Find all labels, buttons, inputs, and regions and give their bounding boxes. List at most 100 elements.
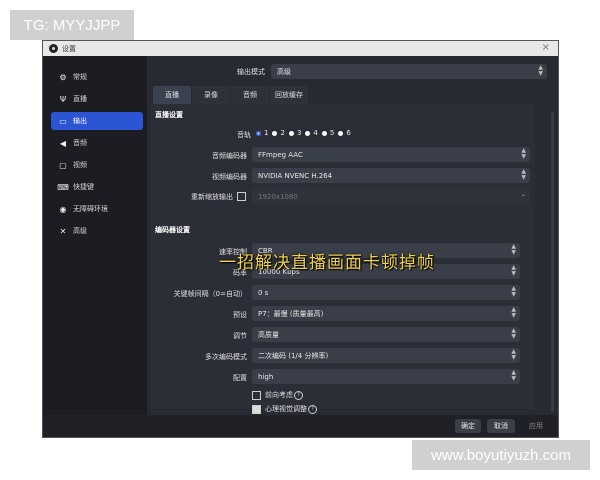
stepper-arrows-icon: ▲ ▼	[511, 369, 516, 382]
sidebar-item-hotkeys[interactable]: ⌨ 快捷键	[51, 178, 143, 196]
wrench-icon: ✕	[59, 226, 67, 236]
help-icon[interactable]: ?	[308, 404, 317, 414]
multipass-label: 多次编码模式	[205, 353, 247, 361]
radio-selected-icon	[256, 130, 261, 136]
sidebar-item-stream[interactable]: Ψ 直播	[51, 90, 143, 108]
watermark-top-left: TG: MYYJJPP	[10, 10, 134, 40]
stepper-arrows-icon: ▲ ▼	[511, 327, 516, 340]
tuning-select[interactable]: 高质量 ▲ ▼	[252, 327, 520, 342]
sidebar-item-video[interactable]: ▢ 视频	[51, 156, 143, 174]
video-encoder-select[interactable]: NVIDIA NVENC H.264 ▲ ▼	[252, 168, 530, 183]
track-radio-5[interactable]: 5	[321, 129, 335, 137]
stepper-arrows-icon: ▲ ▼	[511, 264, 516, 277]
output-mode-label: 输出模式	[237, 68, 265, 76]
keyframe-interval-value: 0 s	[258, 288, 269, 297]
video-encoder-value: NVIDIA NVENC H.264	[258, 171, 333, 180]
sidebar-item-advanced[interactable]: ✕ 高级	[51, 222, 143, 240]
rescale-resolution-select[interactable]: 1920x1080 ⌄	[252, 189, 530, 204]
track-radio-label: 1	[264, 129, 269, 137]
radio-icon	[288, 130, 294, 136]
stepper-arrows-icon: ▲ ▼	[538, 64, 543, 77]
encoder-section-title: 编码器设置	[155, 226, 190, 234]
cancel-button[interactable]: 取消	[487, 419, 515, 433]
rescale-output-checkbox[interactable]	[237, 192, 246, 201]
rescale-output-label: 重新缩放输出	[191, 193, 233, 201]
keyframe-interval-label: 关键帧间隔（0=自动）	[173, 290, 247, 298]
monitor-icon: ▢	[59, 160, 67, 170]
stepper-arrows-icon: ▲ ▼	[521, 147, 526, 160]
sidebar-item-label: 直播	[73, 95, 87, 103]
audio-encoder-select[interactable]: FFmpeg AAC ▲ ▼	[252, 147, 530, 162]
lookahead-option[interactable]: 前向考虑 ?	[252, 390, 303, 400]
close-button[interactable]: ×	[542, 42, 550, 54]
radio-icon	[321, 130, 327, 136]
lookahead-checkbox[interactable]	[252, 390, 261, 400]
track-radio-4[interactable]: 4	[305, 129, 318, 137]
multipass-value: 二次编码 (1/4 分辨率)	[258, 351, 329, 360]
tab-audio[interactable]: 音频	[231, 86, 269, 104]
rescale-resolution-value: 1920x1080	[258, 192, 298, 201]
sidebar-item-audio[interactable]: ◀ 音频	[51, 134, 143, 152]
sidebar-item-accessibility[interactable]: ◉ 无障碍环境	[51, 200, 143, 218]
preset-value: P7：最慢 (质量最高)	[258, 309, 324, 318]
output-icon: ▭	[59, 116, 67, 126]
stepper-arrows-icon: ▲ ▼	[511, 348, 516, 361]
profile-value: high	[258, 372, 274, 381]
sidebar-item-label: 常规	[73, 73, 87, 81]
audio-encoder-value: FFmpeg AAC	[258, 150, 303, 159]
track-radio-label: 6	[346, 129, 351, 137]
psycho-visual-option[interactable]: 心理视觉调整 ?	[252, 404, 317, 414]
track-radio-label: 5	[329, 129, 335, 137]
apply-button[interactable]: 应用	[523, 419, 549, 433]
settings-content: 输出模式 高级 ▲ ▼ 直播 录像 音频 回放缓存 直播设置 音轨 1 2 3 4…	[147, 56, 558, 415]
keyboard-icon: ⌨	[57, 182, 69, 192]
sidebar-item-label: 高级	[73, 227, 87, 235]
settings-window: 设置 × ⚙ 常规 Ψ 直播 ▭ 输出 ◀ 音频 ▢ 视频 ⌨ 快捷键 ◉ 无障…	[42, 40, 559, 438]
track-radio-3[interactable]: 3	[288, 129, 302, 137]
track-radio-1[interactable]: 1	[256, 129, 268, 137]
output-tabs: 直播 录像 音频 回放缓存	[153, 86, 309, 104]
sidebar-item-label: 输出	[73, 117, 87, 125]
track-radio-label: 3	[296, 129, 302, 137]
tuning-value: 高质量	[258, 330, 279, 339]
preset-select[interactable]: P7：最慢 (质量最高) ▲ ▼	[252, 306, 520, 321]
video-encoder-label: 视频编码器	[212, 173, 247, 181]
audio-encoder-label: 音频编码器	[212, 152, 247, 160]
gear-icon: ⚙	[59, 72, 67, 82]
preset-label: 预设	[233, 311, 247, 319]
tab-recording[interactable]: 录像	[192, 86, 230, 104]
stepper-arrows-icon: ▲ ▼	[511, 243, 516, 256]
track-radio-label: 2	[280, 129, 285, 137]
help-icon[interactable]: ?	[294, 390, 303, 400]
sidebar-item-general[interactable]: ⚙ 常规	[51, 68, 143, 86]
dialog-footer: 确定 取消 应用	[43, 415, 558, 437]
lookahead-label: 前向考虑	[265, 391, 293, 399]
audio-track-label: 音轨	[237, 131, 251, 139]
output-mode-value: 高级	[277, 67, 291, 76]
keyframe-interval-input[interactable]: 0 s ▲ ▼	[252, 285, 520, 300]
tab-replay-buffer[interactable]: 回放缓存	[270, 86, 308, 104]
track-radio-6[interactable]: 6	[338, 129, 351, 137]
watermark-bottom-right: www.boyutiyuzh.com	[412, 440, 590, 470]
audio-track-radios: 1 2 3 4 5 6	[256, 129, 355, 137]
tab-stream[interactable]: 直播	[153, 86, 191, 104]
profile-label: 配置	[233, 374, 247, 382]
title-bar: 设置 ×	[43, 41, 558, 56]
obs-logo-icon	[49, 44, 58, 53]
window-title: 设置	[62, 44, 76, 53]
stepper-arrows-icon: ▲ ▼	[511, 285, 516, 298]
multipass-select[interactable]: 二次编码 (1/4 分辨率) ▲ ▼	[252, 348, 520, 363]
tuning-label: 调节	[233, 332, 247, 340]
stepper-arrows-icon: ▲ ▼	[511, 306, 516, 319]
psycho-visual-checkbox[interactable]	[252, 404, 261, 414]
chevron-down-icon: ⌄	[520, 191, 526, 198]
profile-select[interactable]: high ▲ ▼	[252, 369, 520, 384]
vertical-scrollbar[interactable]	[551, 112, 554, 412]
track-radio-2[interactable]: 2	[272, 129, 285, 137]
sidebar-item-output[interactable]: ▭ 输出	[51, 112, 143, 130]
settings-sidebar: ⚙ 常规 Ψ 直播 ▭ 输出 ◀ 音频 ▢ 视频 ⌨ 快捷键 ◉ 无障碍环境 ✕	[43, 56, 147, 415]
output-mode-select[interactable]: 高级 ▲ ▼	[271, 64, 547, 79]
sidebar-item-label: 无障碍环境	[73, 205, 108, 213]
ok-button[interactable]: 确定	[455, 419, 481, 433]
radio-icon	[305, 130, 311, 136]
